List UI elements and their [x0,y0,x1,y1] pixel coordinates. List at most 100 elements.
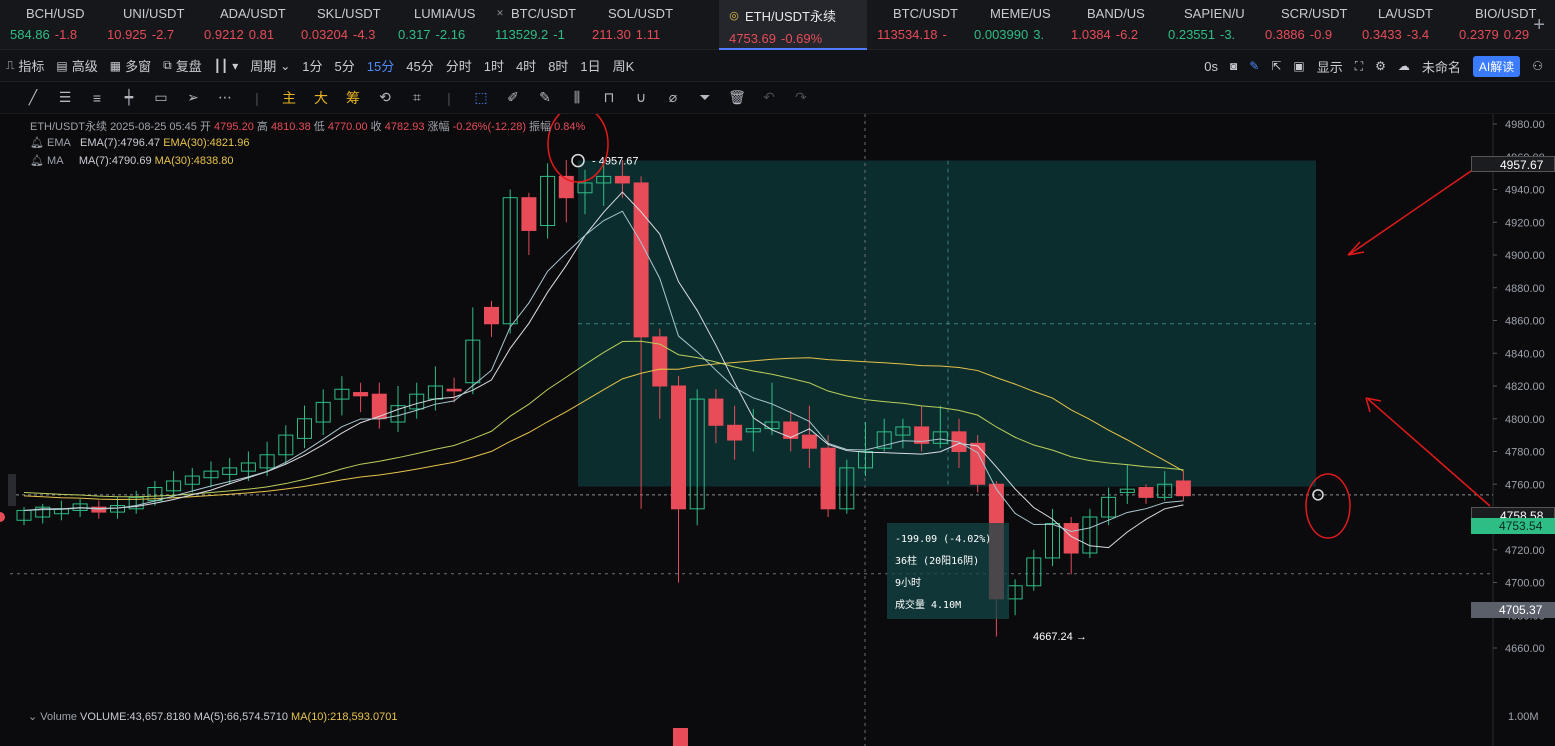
interval-7[interactable]: 8时 [542,50,574,82]
y-tick-label: 4780.00 [1505,447,1545,459]
arrow-cursor-icon[interactable]: ➢ [184,89,202,106]
filter-icon[interactable]: ⏷ [696,89,714,106]
ticker-change: -1 [553,27,565,42]
ticker-tab[interactable]: SAPIEN/U 0.23551 -3. [1158,0,1255,50]
ticker-name: SCR/USDT [1281,6,1348,21]
candle-tool-icon[interactable]: ⫼ [568,89,586,106]
high-value: 4810.38 [270,121,311,133]
ticker-change: -2.7 [151,27,175,42]
indicators-button[interactable]: ⎍ 指标 [0,50,50,82]
collapse-icon[interactable]: ⌄ [28,711,37,723]
fullscreen-icon[interactable]: ⛶ [1355,59,1363,74]
measure-icon[interactable]: ⌗ [408,89,426,106]
trash-icon[interactable]: 🗑 [728,89,746,106]
ticker-tab[interactable]: ◎ ETH/USDT永续 4753.69 -0.69% [719,0,867,50]
ticker-tab[interactable]: SKL/USDT 0.03204 -4.3 [291,0,388,50]
interval-4[interactable]: 分时 [440,50,478,82]
price-chart[interactable]: 4980.004960.004940.004920.004900.004880.… [0,114,1555,746]
ticker-tab[interactable]: BIO/USDT 0.2379 0.29 [1449,0,1546,50]
display-button[interactable]: 显示 [1317,57,1343,76]
redo-icon[interactable]: ↷ [792,89,810,106]
advanced-button[interactable]: ▤ 高级 [50,50,103,82]
main-indicator-toggle[interactable]: 主 [280,88,298,108]
open-value: 4795.20 [214,121,254,133]
bell-icon[interactable]: 🔔︎ [30,137,44,149]
cloud-icon[interactable]: ☁ [1398,59,1410,73]
ticker-tab[interactable]: ADA/USDT 0.9212 0.81 [194,0,291,50]
ticker-tab[interactable]: BCH/USD 584.86 -1.8 [0,0,97,50]
ticker-tab[interactable]: MEME/US 0.003990 3. [964,0,1061,50]
y-tick-label: 4940.00 [1505,185,1545,197]
interval-2[interactable]: 15分 [361,50,400,82]
ma-label: MA [47,155,64,167]
eraser-icon[interactable]: ⌀ [664,89,682,106]
more-tools-icon[interactable]: ⋯ [216,89,234,106]
settings-icon[interactable]: ⚙ [1375,59,1386,73]
low-value: 4770.00 [327,121,368,133]
ticker-change: -3. [1220,27,1236,42]
ticker-price: 4753.69 [729,31,776,46]
brush-tool-icon[interactable]: ✎ [536,89,554,106]
share-icon[interactable]: ⇱ [1271,59,1281,73]
ticker-tab[interactable]: ✕ BTC/USDT 113529.2 -1 [485,0,582,50]
add-ticker-icon[interactable]: + [1533,14,1545,37]
main-toolbar: ⎍ 指标 ▤ 高级 ▦ 多窗 ⧉ 复盘 ┃┃ ▾ 周期 ⌄ 1分 5分 15分 45分 分时 1时 4时… [0,50,1555,82]
ticker-tab[interactable]: LUMIA/US 0.317 -2.16 [388,0,485,50]
ticker-bar: BCH/USD 584.86 -1.8 UNI/USDT 10.925 -2.7 ADA/U… [0,0,1555,50]
interval-8[interactable]: 1日 [574,50,606,82]
interval-6[interactable]: 4时 [510,50,542,82]
separator: | [255,89,259,106]
layout-icon[interactable]: ▣ [1293,59,1304,73]
change-label: 涨幅 [427,121,450,133]
parallel-lines-icon[interactable]: ☰ [56,89,74,106]
select-tool-icon[interactable]: ⬚ [472,89,490,106]
low-label: 低 [313,121,325,133]
ticker-price: 584.86 [10,27,50,42]
ticker-tab[interactable]: SOL/USDT 211.30 1.11 [582,0,679,50]
replay-label: 复盘 [175,59,202,74]
sync-icon[interactable]: ⟲ [376,89,394,106]
interval-1[interactable]: 5分 [329,50,361,82]
toolbar-right: 0s ◙ ✎ ⇱ ▣ 显示 ⛶ ⚙ ☁ 未命名 AI解读 ⚇ [1204,50,1555,82]
big-order-toggle[interactable]: 大 [312,88,330,108]
chart-area[interactable]: 4980.004960.004940.004920.004900.004880.… [0,114,1555,746]
trendline-tool-icon[interactable]: ╱ [24,89,42,106]
ticker-tab[interactable]: UNI/USDT 10.925 -2.7 [97,0,194,50]
ticker-tab[interactable]: BTC/USDT 113534.18- [867,0,964,50]
ticker-name: BAND/US [1087,6,1145,21]
multi-window-button[interactable]: ▦ 多窗 [104,50,157,82]
chip-toggle[interactable]: 筹 [344,88,362,108]
ticker-tab[interactable]: SCR/USDT 0.3886 -0.9 [1255,0,1352,50]
pen-tool-icon[interactable]: ✐ [504,89,522,106]
replay-button[interactable]: ⧉ 复盘 [157,50,208,82]
rectangle-tool-icon[interactable]: ▭ [152,89,170,106]
left-scroll-handle [8,474,16,506]
fib-lines-icon[interactable]: ≡ [88,90,106,106]
undo-icon[interactable]: ↶ [760,89,778,106]
ticker-price: 0.003990 [974,27,1029,42]
more-icon[interactable]: ⚇ [1532,59,1543,73]
magnet-icon[interactable]: ∪ [632,89,650,106]
ticker-price: 113534.18 [877,27,938,42]
interval-9[interactable]: 周K [607,50,641,82]
interval-3[interactable]: 45分 [400,50,439,82]
layout-name-dropdown[interactable]: 未命名 [1422,57,1461,76]
volume-value: VOLUME:43,657.8180 [80,711,191,723]
ticker-name: ADA/USDT [220,6,286,21]
lock-icon[interactable]: ⊓ [600,89,618,106]
ma7-value: MA(7):4790.69 [78,155,152,167]
period-dropdown[interactable]: 周期 ⌄ [244,50,296,82]
camera-icon[interactable]: ◙ [1230,59,1237,73]
ai-interpret-button[interactable]: AI解读 [1472,55,1521,77]
interval-5[interactable]: 1时 [478,50,510,82]
ticker-price: 0.317 [398,27,431,42]
y-tick-label: 4820.00 [1505,381,1545,393]
separator: | [447,89,451,106]
ticker-tab[interactable]: BAND/US 1.0384 -6.2 [1061,0,1158,50]
ticker-tab[interactable]: LA/USDT 0.3433 -3.4 [1352,0,1449,50]
interval-0[interactable]: 1分 [296,50,328,82]
bell-icon[interactable]: 🔔︎ [30,155,44,167]
horizontal-line-icon[interactable]: ┿ [120,89,138,106]
candle-type-button[interactable]: ┃┃ ▾ [208,50,244,82]
pencil-icon[interactable]: ✎ [1249,59,1259,73]
